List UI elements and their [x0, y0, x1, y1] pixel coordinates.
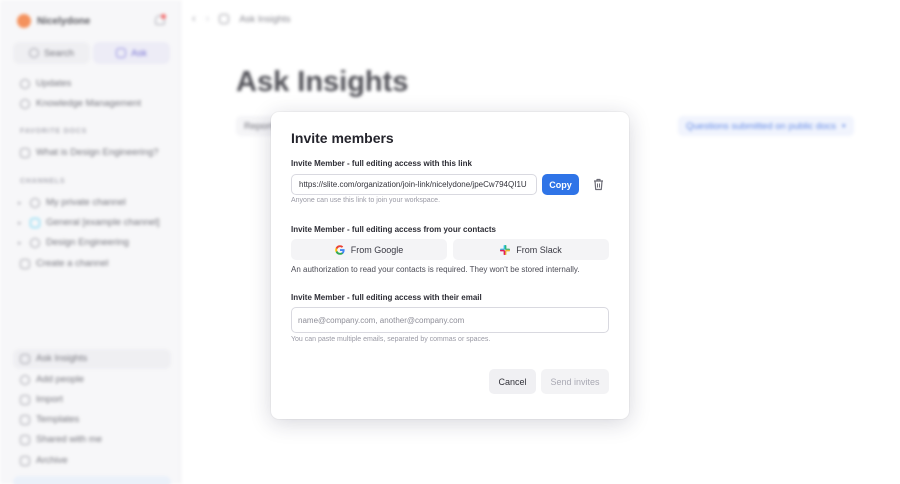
trash-icon[interactable] — [593, 178, 604, 191]
cancel-button[interactable]: Cancel — [489, 369, 536, 394]
email-field[interactable] — [291, 307, 609, 333]
link-hint: Anyone can use this link to join your wo… — [291, 197, 441, 204]
copy-link-button[interactable]: Copy — [542, 174, 579, 195]
from-slack-button[interactable]: From Slack — [453, 239, 609, 260]
email-section-label: Invite Member - full editing access with… — [291, 293, 482, 302]
invite-members-dialog: Invite members Invite Member - full edit… — [271, 112, 629, 419]
invite-link-field[interactable]: https://slite.com/organization/join-link… — [291, 174, 537, 195]
from-google-label: From Google — [350, 244, 404, 255]
from-slack-label: From Slack — [516, 244, 562, 255]
email-hint: You can paste multiple emails, separated… — [291, 336, 491, 343]
link-section-label: Invite Member - full editing access with… — [291, 159, 472, 168]
slack-icon — [500, 244, 511, 255]
google-icon — [334, 244, 345, 255]
dialog-title: Invite members — [291, 130, 394, 146]
send-invites-button[interactable]: Send invites — [541, 369, 609, 394]
contacts-note: An authorization to read your contacts i… — [291, 265, 580, 274]
from-google-button[interactable]: From Google — [291, 239, 447, 260]
email-input[interactable] — [298, 315, 602, 325]
contacts-section-label: Invite Member - full editing access from… — [291, 225, 496, 234]
